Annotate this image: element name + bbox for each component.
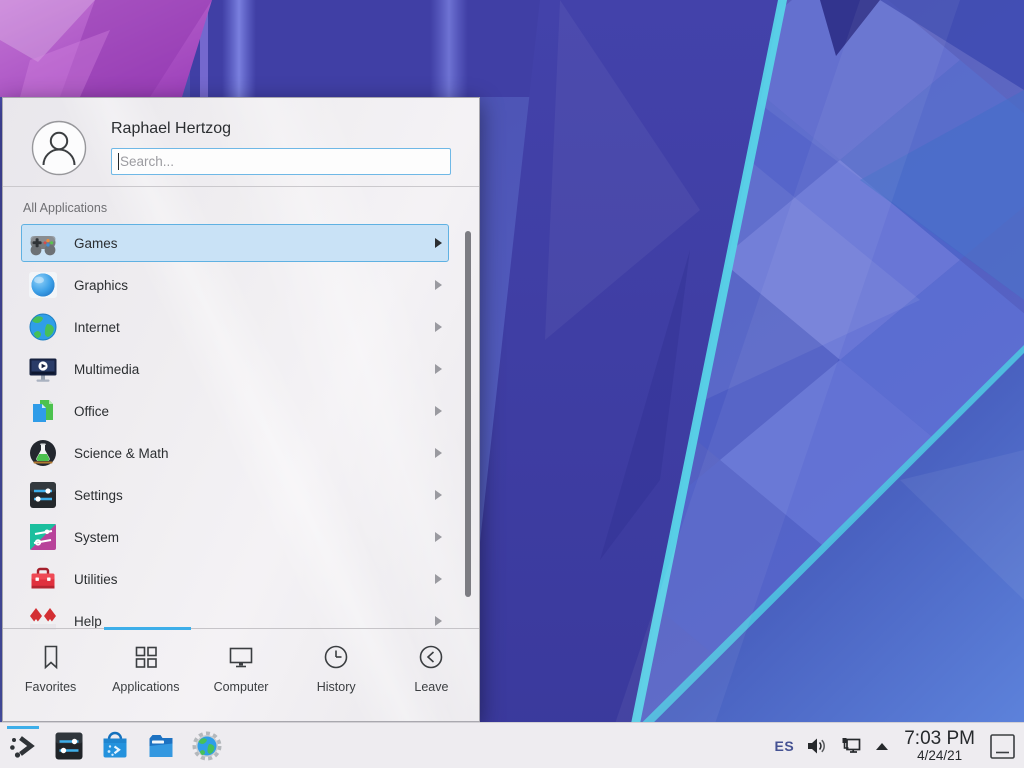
launcher-footer: Favorites Applications (3, 628, 479, 721)
user-name: Raphael Hertzog (111, 120, 231, 138)
application-launcher-popup: Raphael Hertzog All Applications Games (2, 97, 480, 722)
system-settings-icon (53, 730, 85, 762)
discover-icon (99, 730, 131, 762)
category-label: Internet (74, 320, 120, 335)
volume-icon[interactable] (806, 735, 828, 757)
taskbar-app-discover[interactable] (99, 730, 131, 762)
category-label: Science & Math (74, 446, 169, 461)
category-row-system[interactable]: System (21, 518, 449, 556)
category-label: Help (74, 614, 102, 629)
digital-clock[interactable]: 7:03 PM 4/24/21 (904, 729, 975, 762)
file-manager-folder-icon (145, 730, 177, 762)
games-icon (27, 227, 59, 259)
internet-icon (27, 311, 59, 343)
tab-computer[interactable]: Computer (193, 643, 288, 721)
section-label: All Applications (23, 201, 107, 215)
tab-favorites[interactable]: Favorites (3, 643, 98, 721)
category-row-multimedia[interactable]: Multimedia (21, 350, 449, 388)
list-scrollbar[interactable] (465, 231, 471, 597)
taskbar-app-web-browser[interactable] (191, 730, 223, 762)
category-label: Utilities (74, 572, 118, 587)
category-row-settings[interactable]: Settings (21, 476, 449, 514)
clock-date: 4/24/21 (917, 749, 962, 763)
category-label: Multimedia (74, 362, 139, 377)
expand-tray-icon[interactable] (874, 741, 890, 751)
leave-icon (417, 643, 445, 671)
category-label: Graphics (74, 278, 128, 293)
category-row-help[interactable]: Help (21, 602, 449, 630)
show-desktop-button[interactable] (989, 733, 1016, 760)
tab-label: Leave (414, 680, 448, 694)
category-list: Games Graphics (3, 224, 479, 630)
category-row-graphics[interactable]: Graphics (21, 266, 449, 304)
taskbar-app-system-settings[interactable] (53, 730, 85, 762)
taskbar-app-file-manager[interactable] (145, 730, 177, 762)
submenu-arrow-icon (434, 406, 442, 416)
history-clock-icon (322, 643, 350, 671)
help-icon (27, 605, 59, 630)
category-label: Office (74, 404, 109, 419)
submenu-arrow-icon (434, 364, 442, 374)
bookmark-icon (37, 643, 65, 671)
taskbar-app-launcher[interactable] (7, 730, 39, 762)
keyboard-layout-indicator[interactable]: ES (775, 738, 795, 754)
active-task-indicator (7, 726, 39, 729)
tab-label: Computer (214, 680, 269, 694)
submenu-arrow-icon (434, 448, 442, 458)
category-row-science-math[interactable]: Science & Math (21, 434, 449, 472)
category-row-utilities[interactable]: Utilities (21, 560, 449, 598)
category-row-games[interactable]: Games (21, 224, 449, 262)
application-launcher-icon (7, 730, 39, 762)
science-icon (27, 437, 59, 469)
submenu-arrow-icon (434, 532, 442, 542)
computer-icon (227, 643, 255, 671)
submenu-arrow-icon (434, 574, 442, 584)
settings-icon (27, 479, 59, 511)
tab-label: History (317, 680, 356, 694)
web-browser-globe-icon (191, 730, 223, 762)
category-row-internet[interactable]: Internet (21, 308, 449, 346)
active-tab-indicator (104, 627, 191, 630)
submenu-arrow-icon (434, 238, 442, 248)
office-icon (27, 395, 59, 427)
header-divider (3, 186, 479, 187)
submenu-arrow-icon (434, 280, 442, 290)
clock-time: 7:03 PM (904, 729, 975, 748)
search-input[interactable] (111, 148, 451, 175)
user-avatar[interactable] (31, 120, 87, 176)
applications-grid-icon (132, 643, 160, 671)
tab-label: Applications (112, 680, 179, 694)
submenu-arrow-icon (434, 322, 442, 332)
utilities-icon (27, 563, 59, 595)
desktop: Raphael Hertzog All Applications Games (0, 0, 1024, 768)
category-row-office[interactable]: Office (21, 392, 449, 430)
category-label: Games (74, 236, 118, 251)
category-label: System (74, 530, 119, 545)
tab-label: Favorites (25, 680, 76, 694)
system-icon (27, 521, 59, 553)
tab-leave[interactable]: Leave (384, 643, 479, 721)
multimedia-icon (27, 353, 59, 385)
category-label: Settings (74, 488, 123, 503)
network-wired-icon[interactable] (840, 735, 862, 757)
tab-applications[interactable]: Applications (98, 643, 193, 721)
tab-history[interactable]: History (289, 643, 384, 721)
taskbar-panel: ES 7:03 PM 4/24/21 (0, 722, 1024, 768)
submenu-arrow-icon (434, 490, 442, 500)
text-caret (118, 153, 119, 170)
submenu-arrow-icon (434, 616, 442, 626)
graphics-icon (27, 269, 59, 301)
